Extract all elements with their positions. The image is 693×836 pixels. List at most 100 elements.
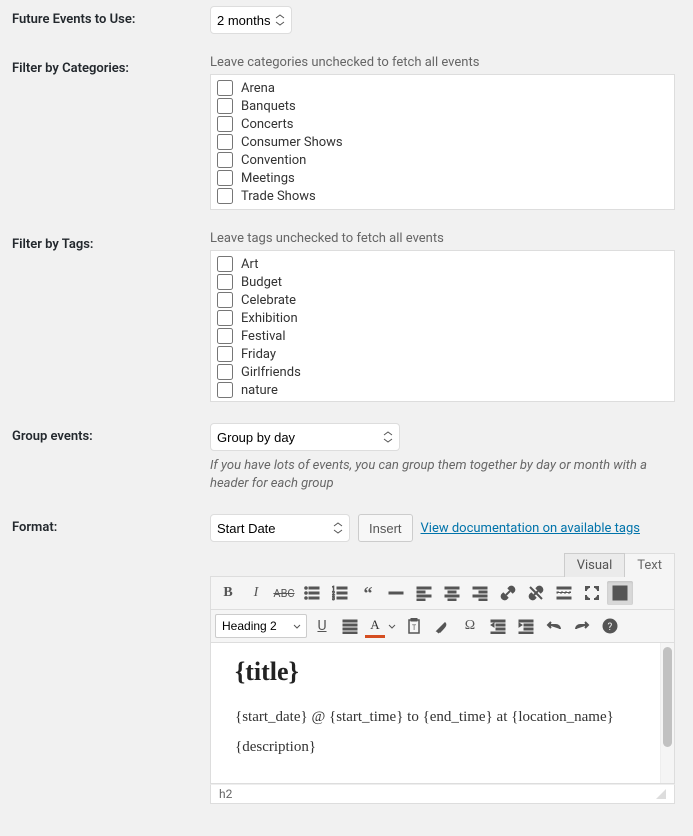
tag-checkbox-row[interactable]: nature (217, 381, 668, 399)
documentation-link[interactable]: View documentation on available tags (421, 521, 640, 536)
category-checkbox-row[interactable]: Meetings (217, 169, 668, 187)
redo-icon[interactable] (569, 614, 595, 638)
editor-scrollbar[interactable] (660, 643, 674, 783)
editor-toolbar-row1: B I ABC 123 “ (210, 576, 675, 610)
tab-text[interactable]: Text (625, 553, 675, 577)
category-checkbox-row[interactable]: Convention (217, 151, 668, 169)
category-checkbox-row[interactable]: Trade Shows (217, 187, 668, 205)
link-icon[interactable] (495, 581, 521, 605)
categories-panel: Arena Banquets Concerts Consumer Shows C… (210, 74, 675, 210)
future-events-label: Future Events to Use: (0, 0, 210, 49)
category-checkbox-row[interactable]: Concerts (217, 115, 668, 133)
svg-text:T: T (412, 624, 417, 632)
tag-checkbox[interactable] (217, 256, 233, 272)
category-checkbox[interactable] (217, 152, 233, 168)
category-checkbox[interactable] (217, 80, 233, 96)
tag-label: Exhibition (241, 311, 298, 326)
chevron-down-icon[interactable] (385, 614, 399, 638)
scrollbar-thumb[interactable] (663, 647, 672, 747)
tag-label: Friday (241, 347, 276, 362)
format-tag-select[interactable]: Start Date (210, 514, 350, 542)
align-justify-icon[interactable] (337, 614, 363, 638)
tag-label: Festival (241, 329, 286, 344)
tag-label: Budget (241, 275, 282, 290)
editor-line2: {description} (235, 735, 636, 759)
tag-checkbox[interactable] (217, 364, 233, 380)
toolbar-toggle-icon[interactable] (607, 581, 633, 605)
tag-label: Art (241, 257, 258, 272)
tag-label: nature (241, 383, 278, 398)
category-checkbox[interactable] (217, 98, 233, 114)
category-label: Convention (241, 153, 306, 168)
tags-help: Leave tags unchecked to fetch all events (210, 231, 683, 246)
category-label: Trade Shows (241, 189, 316, 204)
category-label: Meetings (241, 171, 295, 186)
svg-text:3: 3 (332, 596, 335, 601)
bulleted-list-icon[interactable] (299, 581, 325, 605)
tag-checkbox[interactable] (217, 274, 233, 290)
fullscreen-icon[interactable] (579, 581, 605, 605)
category-checkbox[interactable] (217, 116, 233, 132)
align-center-icon[interactable] (439, 581, 465, 605)
resize-handle-icon[interactable] (656, 789, 666, 799)
tag-checkbox-row[interactable]: Budget (217, 273, 668, 291)
paste-text-icon[interactable]: T (401, 614, 427, 638)
group-events-help: If you have lots of events, you can grou… (210, 457, 670, 493)
editor-line1: {start_date} @ {start_time} to {end_time… (235, 705, 636, 729)
indent-icon[interactable] (513, 614, 539, 638)
tag-checkbox-row[interactable]: Girlfriends (217, 363, 668, 381)
category-label: Arena (241, 81, 275, 96)
editor-path: h2 (219, 787, 232, 801)
numbered-list-icon[interactable]: 123 (327, 581, 353, 605)
editor-title-placeholder: {title} (235, 657, 636, 687)
align-right-icon[interactable] (467, 581, 493, 605)
align-left-icon[interactable] (411, 581, 437, 605)
group-events-label: Group events: (0, 417, 210, 508)
unlink-icon[interactable] (523, 581, 549, 605)
tag-label: Celebrate (241, 293, 296, 308)
clear-formatting-icon[interactable] (429, 614, 455, 638)
svg-text:?: ? (608, 622, 613, 633)
tag-checkbox[interactable] (217, 346, 233, 362)
strikethrough-icon[interactable]: ABC (271, 581, 297, 605)
format-label: Format: (0, 508, 210, 819)
group-events-select[interactable]: Group by day (210, 423, 400, 451)
category-checkbox-row[interactable]: Arena (217, 79, 668, 97)
tag-checkbox[interactable] (217, 382, 233, 398)
future-events-select[interactable]: 2 months (210, 6, 292, 34)
tag-label: Girlfriends (241, 365, 301, 380)
category-checkbox[interactable] (217, 170, 233, 186)
heading-select[interactable]: Heading 2 (215, 614, 307, 638)
tag-checkbox[interactable] (217, 310, 233, 326)
tag-checkbox-row[interactable]: Art (217, 255, 668, 273)
insert-button[interactable]: Insert (358, 514, 413, 542)
editor-content[interactable]: {title} {start_date} @ {start_time} to {… (211, 643, 660, 783)
read-more-icon[interactable] (551, 581, 577, 605)
filter-categories-label: Filter by Categories: (0, 49, 210, 225)
editor-toolbar-row2: Heading 2 U A T Ω ? (210, 610, 675, 643)
horizontal-rule-icon[interactable] (383, 581, 409, 605)
tag-checkbox-row[interactable]: Celebrate (217, 291, 668, 309)
tag-checkbox-row[interactable]: Friday (217, 345, 668, 363)
tab-visual[interactable]: Visual (564, 553, 626, 577)
categories-help: Leave categories unchecked to fetch all … (210, 55, 683, 70)
tag-checkbox-row[interactable]: Festival (217, 327, 668, 345)
undo-icon[interactable] (541, 614, 567, 638)
filter-tags-label: Filter by Tags: (0, 225, 210, 417)
tag-checkbox-row[interactable]: Exhibition (217, 309, 668, 327)
blockquote-icon[interactable]: “ (355, 581, 381, 605)
category-checkbox[interactable] (217, 188, 233, 204)
help-icon[interactable]: ? (597, 614, 623, 638)
tags-panel[interactable]: Art Budget Celebrate Exhibition Festival… (210, 250, 675, 402)
tag-checkbox[interactable] (217, 292, 233, 308)
italic-icon[interactable]: I (243, 581, 269, 605)
underline-icon[interactable]: U (309, 614, 335, 638)
special-character-icon[interactable]: Ω (457, 614, 483, 638)
bold-icon[interactable]: B (215, 581, 241, 605)
category-checkbox[interactable] (217, 134, 233, 150)
outdent-icon[interactable] (485, 614, 511, 638)
text-color-picker[interactable]: A (365, 614, 399, 638)
tag-checkbox[interactable] (217, 328, 233, 344)
category-checkbox-row[interactable]: Banquets (217, 97, 668, 115)
category-checkbox-row[interactable]: Consumer Shows (217, 133, 668, 151)
